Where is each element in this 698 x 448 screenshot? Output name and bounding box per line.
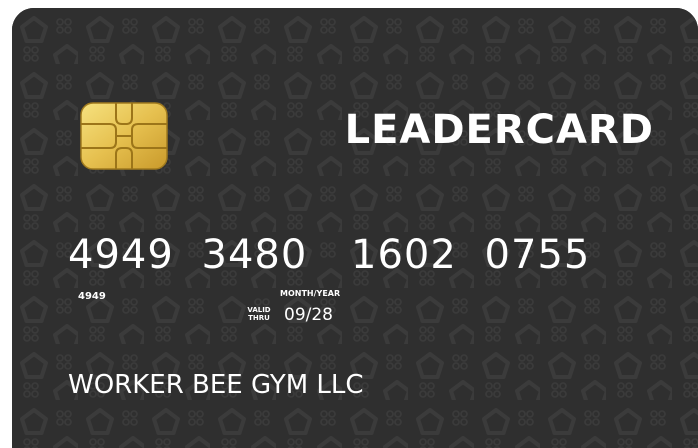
card-number-prefix: 4949 bbox=[78, 291, 106, 302]
thru-label: THRU bbox=[248, 314, 270, 322]
valid-thru-label: VALID THRU bbox=[246, 306, 272, 322]
month-year-label: MONTH/YEAR bbox=[280, 289, 341, 298]
card-number-group: 1602 bbox=[351, 232, 457, 278]
card-number-group: 4949 bbox=[68, 232, 174, 278]
emv-chip-icon bbox=[80, 102, 168, 170]
card-number-group: 3480 bbox=[201, 232, 308, 278]
cardholder-name: WORKER BEE GYM LLC bbox=[68, 370, 364, 400]
card-brand-name: LEADERCARD bbox=[344, 107, 654, 153]
card-number-group: 0755 bbox=[484, 232, 591, 278]
valid-label: VALID bbox=[247, 306, 271, 314]
credit-card: LEADERCARD 4949 3480 1602 0755 4949 MONT… bbox=[12, 8, 698, 448]
expiry-date: 09/28 bbox=[284, 305, 333, 325]
card-number: 4949 3480 1602 0755 bbox=[68, 230, 668, 280]
